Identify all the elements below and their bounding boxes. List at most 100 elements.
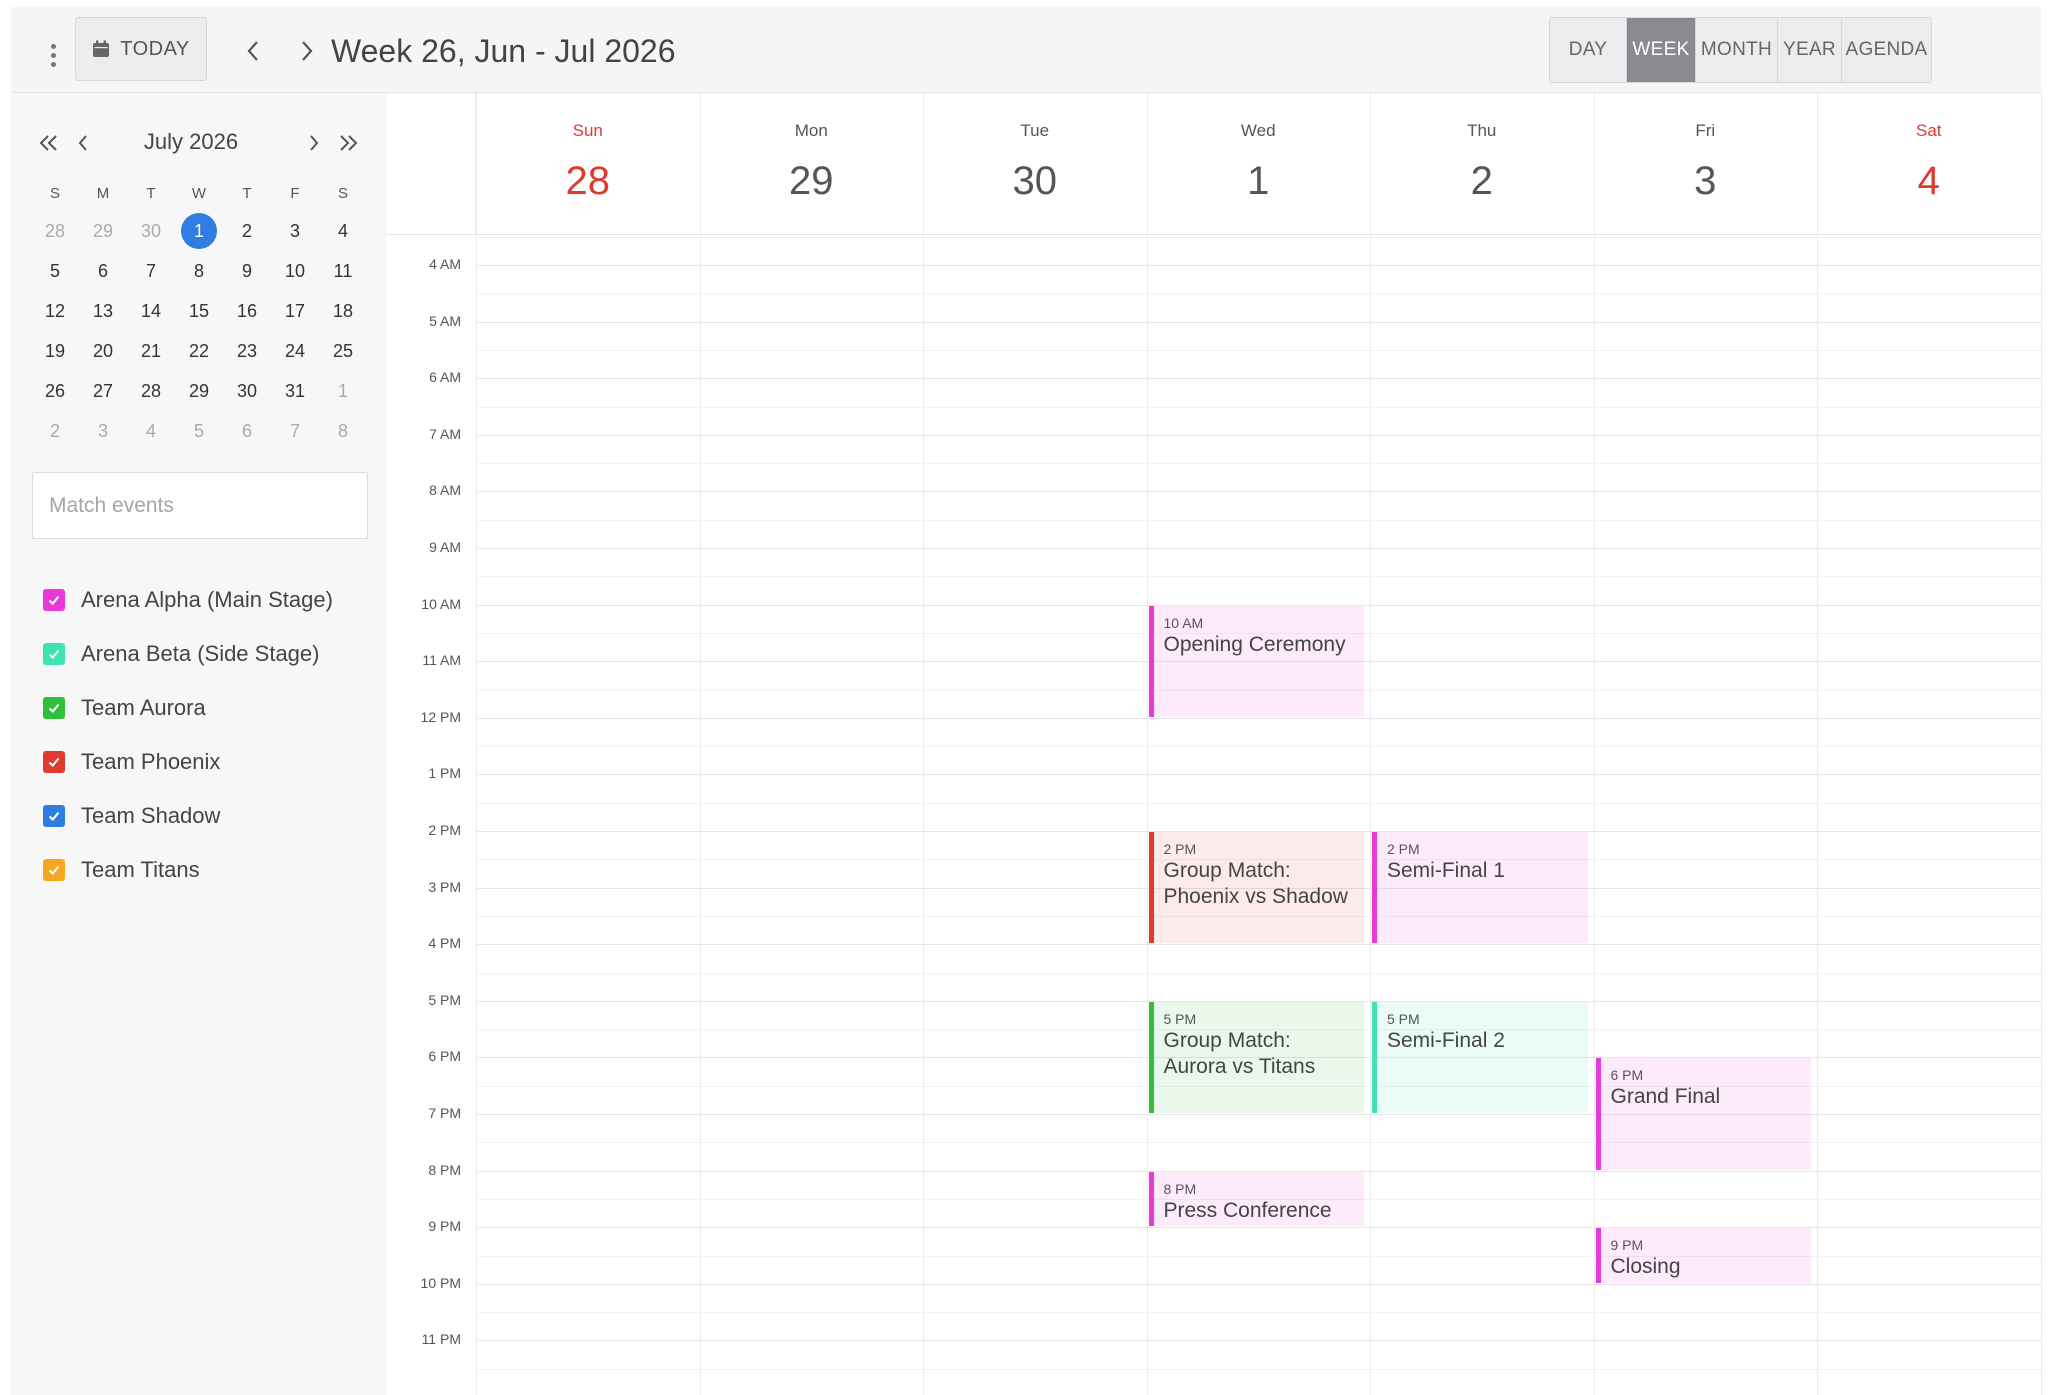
calendar-filter-item[interactable]: Team Shadow <box>43 789 333 843</box>
mini-calendar-day[interactable]: 29 <box>175 371 223 411</box>
event-time: 8 PM <box>1163 1180 1197 1197</box>
prev-week-chevron-left-icon[interactable] <box>233 31 273 71</box>
calendar-event[interactable]: 10 AM Opening Ceremony <box>1148 605 1364 717</box>
mini-calendar-day-selected[interactable]: 1 <box>175 211 223 251</box>
calendar-event[interactable]: 9 PM Closing <box>1595 1228 1811 1283</box>
mini-calendar-day[interactable]: 11 <box>319 251 367 291</box>
half-hour-line <box>476 463 2041 465</box>
calendar-filter-item[interactable]: Arena Beta (Side Stage) <box>43 627 333 681</box>
mini-calendar-day[interactable]: 21 <box>127 331 175 371</box>
mini-calendar-day[interactable]: 9 <box>223 251 271 291</box>
mini-calendar-day[interactable]: 7 <box>271 411 319 451</box>
mini-calendar-day[interactable]: 10 <box>271 251 319 291</box>
day-header-tue[interactable]: Tue 30 <box>923 93 1147 235</box>
toolbar: TODAY Week 26, Jun - Jul 2026 DAY WEEK MON… <box>11 7 2041 93</box>
day-header-wed[interactable]: Wed 1 <box>1146 93 1370 235</box>
day-name: Sat <box>1915 121 1942 140</box>
view-year-button[interactable]: YEAR <box>1778 18 1842 82</box>
view-agenda-button[interactable]: AGENDA <box>1842 18 1931 82</box>
more-menu-icon[interactable] <box>33 35 73 75</box>
mini-calendar-day[interactable]: 12 <box>31 291 79 331</box>
checkbox-checked-icon[interactable] <box>43 643 65 665</box>
mini-calendar-week-row: 12 13 14 15 16 17 18 <box>31 291 371 331</box>
mini-calendar-week-row: 19 20 21 22 23 24 25 <box>31 331 371 371</box>
checkbox-checked-icon[interactable] <box>43 589 65 611</box>
event-title: Opening Ceremony <box>1163 632 1346 656</box>
day-header-thu[interactable]: Thu 2 <box>1370 93 1594 235</box>
mini-calendar-day[interactable]: 7 <box>127 251 175 291</box>
mini-calendar-day[interactable]: 8 <box>175 251 223 291</box>
mini-calendar-day[interactable]: 29 <box>79 211 127 251</box>
day-header-mon[interactable]: Mon 29 <box>699 93 923 235</box>
mini-calendar-day[interactable]: 30 <box>127 211 175 251</box>
view-month-button[interactable]: MONTH <box>1696 18 1778 82</box>
checkbox-checked-icon[interactable] <box>43 751 65 773</box>
calendar-event[interactable]: 6 PM Grand Final <box>1595 1058 1811 1170</box>
mini-calendar-day[interactable]: 3 <box>271 211 319 251</box>
mini-calendar-day[interactable]: 27 <box>79 371 127 411</box>
day-name: Tue <box>1020 121 1050 140</box>
mini-calendar-day[interactable]: 5 <box>31 251 79 291</box>
mini-calendar-day[interactable]: 20 <box>79 331 127 371</box>
mini-calendar-day[interactable]: 24 <box>271 331 319 371</box>
calendar-event[interactable]: 8 PM Press Conference <box>1148 1171 1364 1227</box>
mini-calendar-day[interactable]: 17 <box>271 291 319 331</box>
next-year-double-chevron-right-icon[interactable] <box>328 123 368 163</box>
event-title: Grand Final <box>1610 1085 1721 1109</box>
view-week-button[interactable]: WEEK <box>1627 18 1696 82</box>
calendar-filter-item[interactable]: Team Titans <box>43 843 333 897</box>
view-day-button[interactable]: DAY <box>1550 18 1627 82</box>
mini-calendar-day[interactable]: 6 <box>223 411 271 451</box>
day-header-fri[interactable]: Fri 3 <box>1593 93 1817 235</box>
calendar-event[interactable]: 5 PM Semi-Final 2 <box>1372 1001 1588 1113</box>
mini-calendar-day[interactable]: 3 <box>79 411 127 451</box>
mini-calendar-day[interactable]: 28 <box>127 371 175 411</box>
today-button[interactable]: TODAY <box>75 17 207 81</box>
mini-calendar-day[interactable]: 26 <box>31 371 79 411</box>
mini-calendar-day[interactable]: 5 <box>175 411 223 451</box>
hour-label: 5 AM <box>429 312 461 329</box>
hour-label: 4 PM <box>428 935 461 952</box>
mini-calendar-day[interactable]: 2 <box>31 411 79 451</box>
checkbox-checked-icon[interactable] <box>43 859 65 881</box>
mini-calendar-day[interactable]: 1 <box>319 371 367 411</box>
day-number: 30 <box>1012 159 1058 203</box>
calendar-event[interactable]: 2 PM Group Match: Phoenix vs Shadow <box>1148 832 1364 944</box>
mini-calendar-day[interactable]: 30 <box>223 371 271 411</box>
checkbox-checked-icon[interactable] <box>43 697 65 719</box>
weekday-label: T <box>146 184 156 202</box>
calendar-event[interactable]: 5 PM Group Match: Aurora vs Titans <box>1148 1001 1364 1113</box>
half-hour-line <box>476 1368 2041 1370</box>
day-header-sun[interactable]: Sun 28 <box>476 93 700 235</box>
mini-calendar-day[interactable]: 23 <box>223 331 271 371</box>
mini-calendar-day[interactable]: 14 <box>127 291 175 331</box>
mini-calendar-day[interactable]: 25 <box>319 331 367 371</box>
mini-calendar-day[interactable]: 13 <box>79 291 127 331</box>
mini-calendar-day[interactable]: 2 <box>223 211 271 251</box>
half-hour-line <box>476 802 2041 804</box>
calendar-filter-item[interactable]: Team Aurora <box>43 681 333 735</box>
mini-calendar-day[interactable]: 31 <box>271 371 319 411</box>
day-number: 28 <box>565 159 611 203</box>
search-input[interactable] <box>32 472 368 539</box>
time-grid: 4 AM 5 AM 6 AM 7 AM 8 AM 9 AM 10 AM 11 AM 12 PM 1… <box>386 93 2042 1395</box>
mini-calendar-day[interactable]: 22 <box>175 331 223 371</box>
mini-calendar-day[interactable]: 4 <box>127 411 175 451</box>
day-header-sat[interactable]: Sat 4 <box>1817 93 2041 235</box>
half-hour-line <box>476 236 2041 238</box>
mini-calendar-day[interactable]: 16 <box>223 291 271 331</box>
hour-label: 6 AM <box>429 369 461 386</box>
checkbox-checked-icon[interactable] <box>43 805 65 827</box>
mini-calendar-day[interactable]: 4 <box>319 211 367 251</box>
calendar-filter-item[interactable]: Arena Alpha (Main Stage) <box>43 573 333 627</box>
next-week-chevron-right-icon[interactable] <box>287 31 327 71</box>
mini-calendar-day[interactable]: 15 <box>175 291 223 331</box>
mini-calendar-day[interactable]: 19 <box>31 331 79 371</box>
mini-calendar-day[interactable]: 18 <box>319 291 367 331</box>
calendar-event[interactable]: 2 PM Semi-Final 1 <box>1372 832 1588 944</box>
mini-calendar-day[interactable]: 28 <box>31 211 79 251</box>
mini-calendar-day[interactable]: 6 <box>79 251 127 291</box>
mini-calendar-day[interactable]: 8 <box>319 411 367 451</box>
half-hour-line <box>476 293 2041 295</box>
calendar-filter-item[interactable]: Team Phoenix <box>43 735 333 789</box>
